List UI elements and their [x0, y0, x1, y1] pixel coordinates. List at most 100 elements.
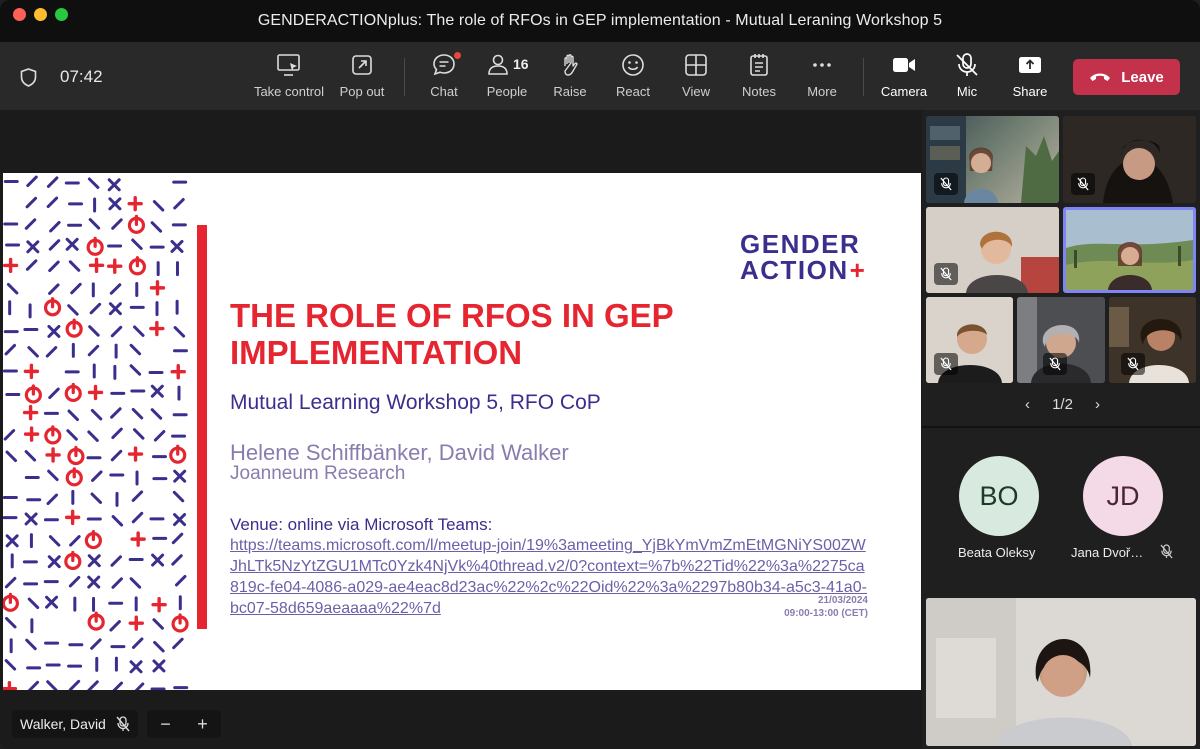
pattern-mark [173, 326, 186, 338]
share-button[interactable]: Share [993, 52, 1067, 104]
pattern-mark [153, 430, 166, 442]
pattern-mark [48, 260, 60, 273]
mic-off-icon [940, 357, 952, 371]
pattern-mark [87, 344, 100, 357]
pattern-mark [48, 387, 60, 400]
pattern-mark [132, 428, 145, 440]
take-control-label: Take control [253, 84, 325, 99]
people-count: 16 [513, 56, 529, 72]
meeting-timer: 07:42 [60, 67, 103, 86]
pattern-mark [5, 616, 17, 629]
zoom-in-button[interactable]: + [197, 714, 208, 735]
mic-off-icon [116, 716, 130, 732]
slide-title: THE ROLE OF RFOS IN GEP IMPLEMENTATION [230, 297, 674, 371]
gallery-divider [922, 426, 1200, 428]
self-video [926, 598, 1196, 746]
self-view-video[interactable] [926, 598, 1196, 746]
next-page-button[interactable]: › [1095, 396, 1100, 413]
pattern-mark [67, 304, 79, 316]
participant-video-tile-active-speaker[interactable] [1063, 207, 1196, 293]
pattern-mark [46, 680, 58, 690]
pattern-mark [24, 450, 37, 462]
people-label: People [486, 84, 528, 99]
pattern-mark [129, 577, 142, 589]
pattern-mark [87, 680, 99, 690]
pattern-mark [46, 196, 59, 209]
participant-name: Jana Dvoř… [1071, 545, 1144, 560]
pattern-mark [66, 429, 78, 441]
teams-meeting-window: GENDERACTIONplus: The role of RFOs in GE… [0, 0, 1200, 749]
take-control-icon [277, 54, 300, 76]
slide-institution: Joanneum Research [230, 463, 406, 484]
pattern-mark [25, 259, 38, 271]
logo-line-2: ACTION [740, 255, 849, 285]
pattern-mark [5, 450, 18, 463]
pattern-mark [110, 325, 123, 338]
avatar[interactable]: JD [1083, 456, 1163, 536]
avatar-initials: BO [979, 480, 1019, 511]
pattern-mark [46, 176, 59, 188]
slide-date: 21/03/2024 [817, 595, 868, 606]
mic-off-icon [1127, 357, 1139, 371]
pattern-mark [90, 492, 103, 504]
pattern-mark [90, 408, 103, 421]
close-window-button[interactable] [13, 8, 26, 21]
react-label: React [616, 84, 650, 99]
pattern-mark [24, 218, 37, 230]
pattern-mark [131, 511, 144, 524]
minimize-window-button[interactable] [34, 8, 47, 21]
pop-out-button[interactable]: Pop out [325, 52, 399, 104]
pattern-mark [152, 200, 165, 212]
muted-indicator [1121, 353, 1145, 375]
pattern-mark [70, 282, 82, 295]
slide-date-time: 21/03/2024 09:00-13:00 (CET) [723, 594, 868, 620]
raise-label: Raise [553, 84, 587, 99]
zoom-out-button[interactable]: − [160, 714, 171, 735]
pattern-mark [25, 638, 37, 651]
logo-plus: + [849, 255, 867, 285]
pattern-mark [27, 680, 40, 690]
more-button[interactable]: More [785, 52, 859, 104]
genderaction-logo: GENDER ACTION + [740, 231, 866, 283]
pattern-mark [88, 325, 100, 337]
avatar-initials: JD [1106, 480, 1140, 511]
pattern-mark [150, 221, 163, 233]
pattern-mark [111, 577, 123, 589]
avatar[interactable]: BO [959, 456, 1039, 536]
pattern-mark [27, 346, 39, 358]
share-icon [1019, 57, 1041, 73]
grid-view-icon [685, 54, 707, 76]
muted-indicator [934, 263, 958, 285]
participant-video-tile[interactable] [926, 207, 1059, 293]
previous-page-button[interactable]: ‹ [1025, 396, 1030, 413]
take-control-button[interactable]: Take control [252, 52, 326, 104]
pattern-mark [112, 681, 124, 690]
pattern-mark [89, 302, 102, 315]
pattern-mark [172, 637, 184, 650]
pattern-mark [49, 220, 61, 233]
more-label: More [807, 84, 837, 99]
gallery-pager: ‹ 1/2 › [1025, 396, 1100, 413]
pattern-mark [133, 325, 145, 337]
pattern-mark [171, 532, 184, 545]
participant-video-tile[interactable] [1109, 297, 1196, 383]
pattern-mark [47, 469, 59, 482]
pattern-mark [129, 364, 142, 376]
pattern-mark [171, 554, 183, 566]
smiley-icon [622, 54, 644, 76]
mic-off-icon [1049, 357, 1061, 371]
participant-video-tile[interactable] [926, 116, 1059, 203]
participant-video-tile[interactable] [926, 297, 1013, 383]
pop-out-icon [352, 55, 372, 75]
muted-indicator [934, 173, 958, 195]
pattern-mark [27, 597, 40, 610]
leave-button[interactable]: Leave [1073, 59, 1180, 95]
pattern-mark [6, 282, 19, 295]
pattern-mark [153, 640, 165, 653]
shield-icon [20, 68, 37, 87]
participant-video-tile[interactable] [1017, 297, 1105, 383]
pattern-mark [91, 470, 103, 482]
muted-indicator [1071, 173, 1095, 195]
participant-video-tile[interactable] [1063, 116, 1196, 203]
maximize-window-button[interactable] [55, 8, 68, 21]
